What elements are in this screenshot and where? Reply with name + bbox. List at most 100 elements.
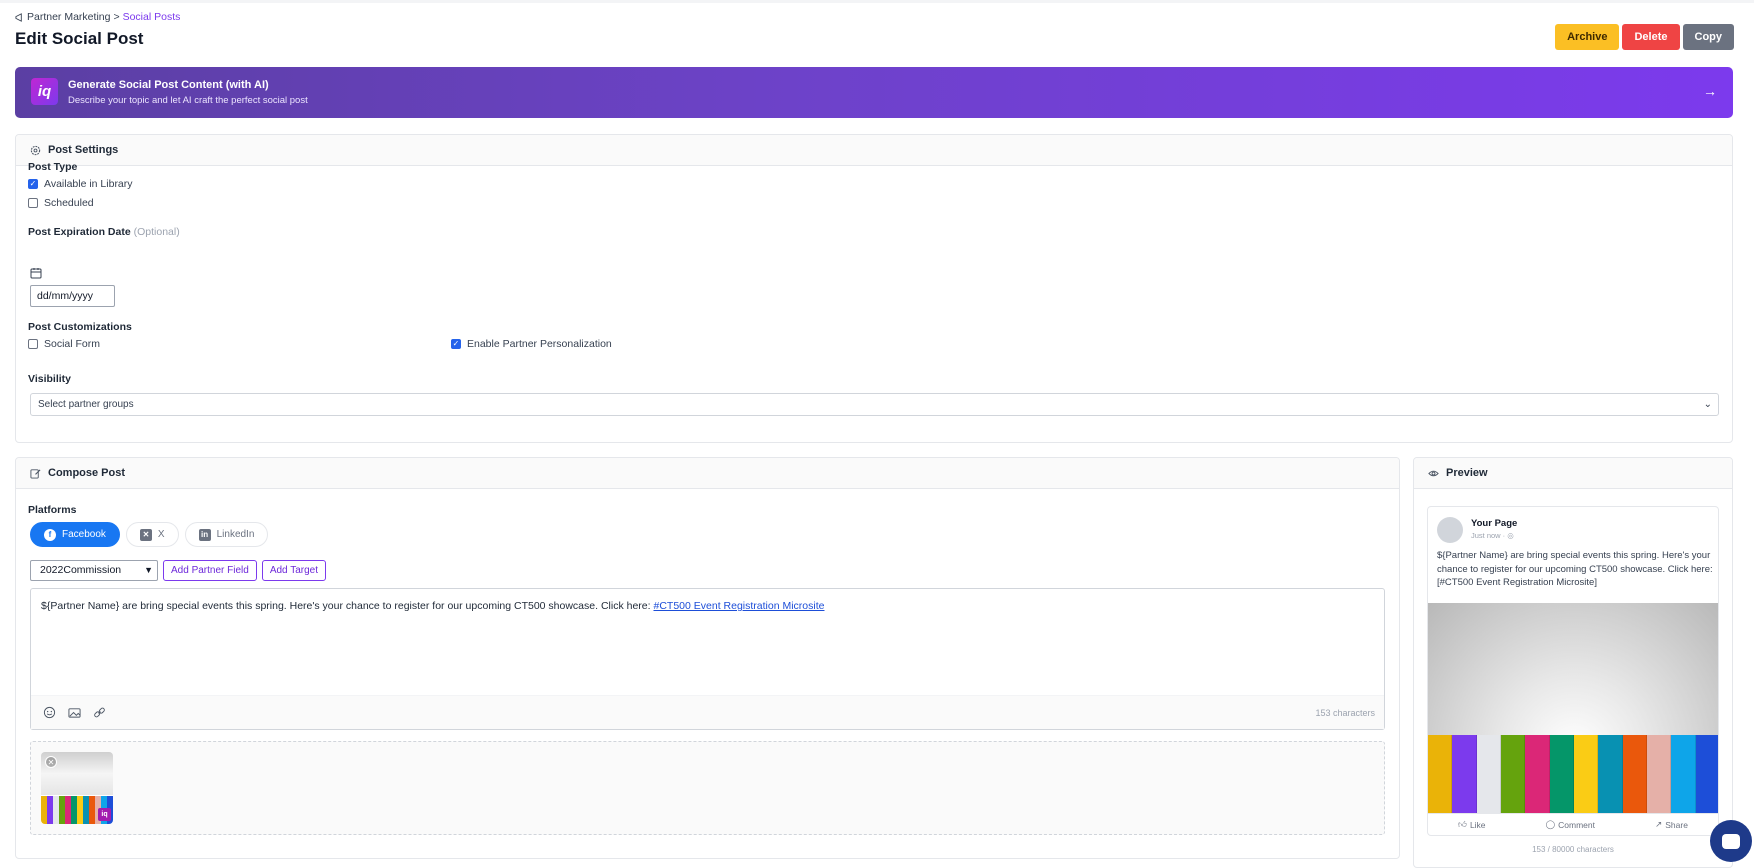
breadcrumb-current[interactable]: Social Posts	[123, 11, 181, 23]
compose-post-header: Compose Post	[16, 458, 1399, 489]
available-in-library-checkbox[interactable]: ✓ Available in Library	[28, 178, 133, 190]
book-spine	[1549, 735, 1574, 813]
char-count: 153 characters	[1315, 708, 1375, 718]
platform-facebook[interactable]: f Facebook	[30, 522, 120, 547]
book-spine	[1428, 735, 1453, 813]
iq-logo: iq	[31, 78, 58, 105]
preview-title: Preview	[1446, 467, 1488, 479]
arrow-right-icon[interactable]: →	[1703, 83, 1717, 99]
chat-widget-button[interactable]	[1710, 820, 1752, 862]
chevron-down-icon: ▼	[144, 565, 153, 575]
add-partner-field-button[interactable]: Add Partner Field	[163, 560, 257, 581]
edit-icon	[30, 468, 41, 479]
preview-books	[1428, 735, 1718, 813]
facebook-preview: Your Page Just now · ◎ ${Partner Name} a…	[1427, 506, 1719, 836]
comment-action: ◯ Comment	[1546, 819, 1595, 830]
preview-header: Preview	[1414, 458, 1732, 489]
preview-text: ${Partner Name} are bring special events…	[1437, 550, 1713, 588]
partner-groups-select[interactable]: Select partner groups ⌄	[30, 393, 1719, 416]
media-dropzone[interactable]: ✕ iq	[30, 741, 1385, 835]
enable-personalization-checkbox[interactable]: ✓ Enable Partner Personalization	[451, 338, 612, 350]
editor-toolbar: 153 characters	[31, 695, 1384, 729]
scheduled-checkbox[interactable]: Scheduled	[28, 197, 94, 209]
checkbox-unchecked[interactable]	[28, 339, 38, 349]
book-spine	[1452, 735, 1477, 813]
post-settings-card: Post Settings Post Type ✓ Available in L…	[15, 134, 1733, 443]
calendar-icon[interactable]	[30, 267, 42, 279]
commission-select-value: 2022Commission	[40, 564, 122, 576]
preview-char-count: 153 / 80000 characters	[1532, 845, 1614, 854]
add-target-button[interactable]: Add Target	[261, 560, 327, 581]
book-spine	[1525, 735, 1550, 813]
expiration-label-text: Post Expiration Date	[28, 226, 131, 238]
social-form-label: Social Form	[44, 338, 101, 350]
media-thumbnail[interactable]: ✕ iq	[41, 752, 113, 824]
book-spine	[1646, 735, 1672, 813]
close-icon[interactable]: ✕	[45, 756, 57, 768]
like-label: Like	[1469, 819, 1486, 830]
copy-button[interactable]: Copy	[1682, 24, 1734, 50]
book-spine	[1573, 735, 1599, 813]
editor-icons	[43, 706, 106, 719]
book-spine	[1671, 735, 1696, 813]
breadcrumb-parent[interactable]: Partner Marketing	[27, 11, 110, 23]
post-editor[interactable]: ${Partner Name} are bring special events…	[30, 588, 1385, 730]
page-title: Edit Social Post	[15, 29, 144, 48]
preview-card: Preview Your Page Just now · ◎ ${Partner…	[1413, 457, 1733, 868]
expiration-date-input[interactable]: dd/mm/yyyy	[30, 285, 115, 307]
platforms-label: Platforms	[28, 504, 77, 516]
emoji-icon[interactable]	[43, 706, 56, 719]
social-form-checkbox[interactable]: Social Form	[28, 338, 100, 350]
post-body-text: ${Partner Name} are bring special events…	[41, 600, 651, 612]
eye-icon	[1428, 470, 1439, 476]
chat-icon	[1722, 833, 1740, 849]
share-icon: ↗	[1655, 819, 1663, 829]
book-spine	[1695, 735, 1718, 813]
gear-icon	[30, 145, 41, 155]
image-icon[interactable]	[68, 706, 81, 719]
x-icon: ✕	[139, 528, 152, 541]
platform-x[interactable]: ✕ X	[125, 522, 179, 547]
delete-button[interactable]: Delete	[1622, 24, 1680, 50]
linkedin-icon: in	[198, 528, 211, 541]
commission-select[interactable]: 2022Commission ▼	[30, 560, 158, 581]
compose-post-card: Compose Post Platforms f Facebook ✕ X in…	[15, 457, 1400, 859]
breadcrumb: Partner Marketing > Social Posts	[15, 11, 180, 23]
preview-time: Just now · ◎	[1471, 531, 1514, 540]
book-spine	[1622, 735, 1647, 813]
compose-post-title: Compose Post	[48, 467, 126, 479]
checkbox-unchecked[interactable]	[28, 198, 38, 208]
available-in-library-label: Available in Library	[44, 178, 133, 190]
preview-image	[1428, 603, 1718, 813]
ai-banner-title: Generate Social Post Content (with AI)	[68, 79, 269, 91]
archive-button[interactable]: Archive	[1555, 24, 1620, 50]
expiration-label: Post Expiration Date (Optional)	[28, 226, 180, 238]
platform-selector: f Facebook ✕ X in LinkedIn	[30, 522, 269, 547]
thumbs-up-icon: 👍︎	[1458, 819, 1467, 829]
iq-watermark: iq	[98, 808, 111, 821]
share-action: ↗ Share	[1655, 819, 1688, 830]
ai-generate-banner[interactable]: iq Generate Social Post Content (with AI…	[15, 67, 1733, 118]
like-action: 👍︎ Like	[1458, 819, 1485, 830]
post-settings-title: Post Settings	[48, 144, 119, 156]
ai-banner-subtitle: Describe your topic and let AI craft the…	[68, 95, 308, 106]
compose-tools: 2022Commission ▼ Add Partner Field Add T…	[30, 560, 327, 581]
scheduled-label: Scheduled	[44, 197, 94, 209]
book-spine	[1476, 735, 1501, 813]
platform-linkedin[interactable]: in LinkedIn	[184, 522, 269, 547]
customizations-label: Post Customizations	[28, 321, 132, 333]
checkbox-checked[interactable]: ✓	[451, 339, 461, 349]
link-icon[interactable]	[93, 706, 106, 719]
breadcrumb-separator: >	[113, 11, 120, 23]
optional-tag: (Optional)	[133, 226, 180, 238]
visibility-label: Visibility	[28, 373, 71, 385]
post-body-link[interactable]: #CT500 Event Registration Microsite	[653, 600, 824, 612]
platform-linkedin-label: LinkedIn	[216, 529, 255, 540]
preview-page-name: Your Page	[1471, 518, 1518, 529]
post-settings-header: Post Settings	[16, 135, 1732, 166]
top-edge	[0, 0, 1754, 3]
facebook-icon: f	[44, 528, 56, 541]
book-spine	[1500, 735, 1526, 813]
checkbox-checked[interactable]: ✓	[28, 179, 38, 189]
post-body[interactable]: ${Partner Name} are bring special events…	[41, 600, 824, 612]
